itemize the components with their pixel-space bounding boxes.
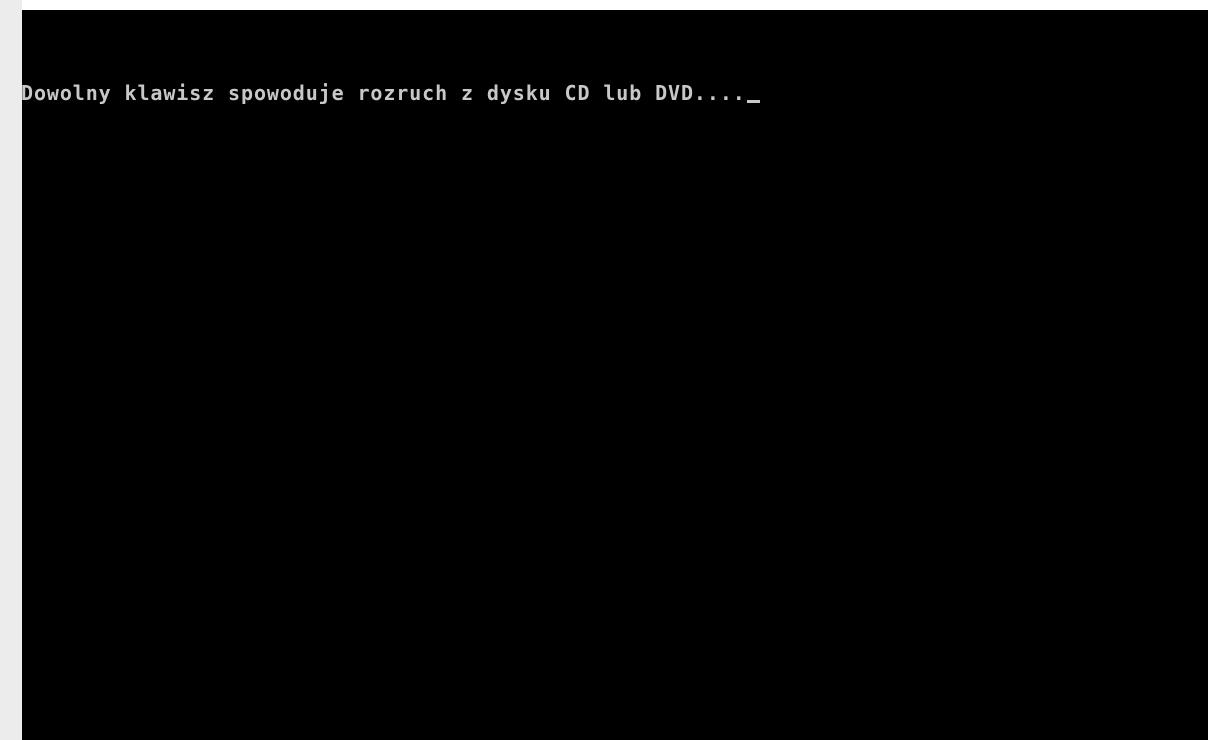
boot-prompt-text: Dowolny klawisz spowoduje rozruch z dysk… [22,81,746,105]
boot-prompt-line: Dowolny klawisz spowoduje rozruch z dysk… [22,80,760,106]
boot-console-screen[interactable]: Dowolny klawisz spowoduje rozruch z dysk… [22,10,1208,740]
cursor-block-icon [746,100,760,103]
left-margin [0,0,22,740]
screenshot-frame: Dowolny klawisz spowoduje rozruch z dysk… [0,0,1208,740]
